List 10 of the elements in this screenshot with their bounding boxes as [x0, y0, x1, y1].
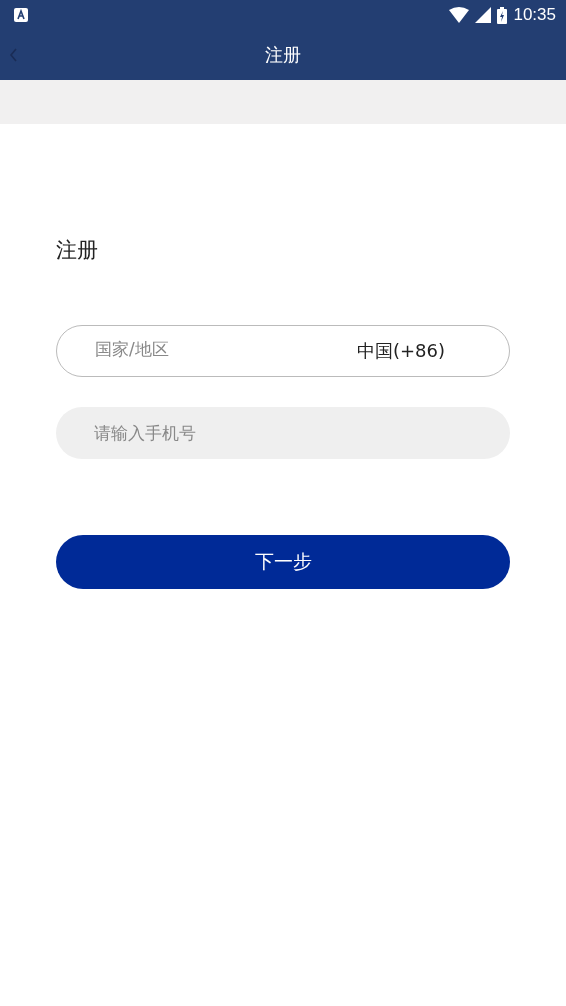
app-notification-icon [14, 8, 28, 22]
back-icon[interactable] [8, 47, 18, 63]
page-title: 注册 [265, 43, 301, 67]
signal-icon [475, 7, 492, 23]
wifi-icon [449, 7, 470, 23]
next-button[interactable]: 下一步 [56, 535, 510, 589]
clock-time: 10:35 [513, 5, 556, 25]
battery-icon [497, 6, 508, 24]
phone-input-field[interactable]: 请输入手机号 [56, 407, 510, 459]
form-heading: 注册 [56, 237, 99, 264]
